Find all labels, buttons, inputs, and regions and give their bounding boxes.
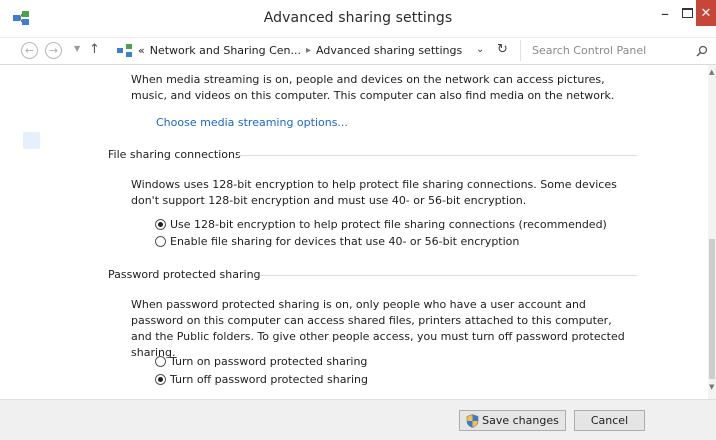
section-divider [237,155,637,156]
file-sharing-description: Windows uses 128-bit encryption to help … [131,178,617,207]
media-streaming-description: When media streaming is on, people and d… [131,73,615,102]
back-arrow-icon: ← [24,44,35,57]
address-field[interactable]: « Network and Sharing Cen... ▸ Advanced … [110,40,519,61]
cancel-button[interactable]: Cancel [574,410,645,431]
cancel-label[interactable]: Cancel [591,414,628,427]
radio-button[interactable] [155,356,166,367]
address-bar: ← → ▼ ↑ « Network and Sharing Cen... ▸ A… [0,38,716,65]
uac-shield-icon [466,413,479,428]
breadcrumb-network-sharing[interactable]: Network and Sharing Cen... [150,44,301,57]
radio-selected-dot [158,222,163,227]
scroll-down-icon[interactable]: ▼ [709,383,714,391]
breadcrumb-advanced-sharing[interactable]: Advanced sharing settings [316,44,462,57]
network-icon [117,43,132,57]
section-divider [260,275,637,276]
radio-40-56-bit-encryption[interactable]: Enable file sharing for devices that use… [155,235,519,248]
radio-label[interactable]: Use 128-bit encryption to help protect f… [170,218,607,231]
password-sharing-description: When password protected sharing is on, o… [131,298,625,359]
recent-locations-dropdown[interactable]: ▼ [74,44,80,53]
maximize-button[interactable] [676,0,698,26]
save-changes-button[interactable]: Save changes [459,410,566,431]
media-streaming-link[interactable]: Choose media streaming options... [156,116,348,129]
up-arrow-icon: ↑ [89,42,100,57]
radio-button[interactable] [155,236,166,247]
radio-turn-off-password-sharing[interactable]: Turn off password protected sharing [155,373,368,386]
radio-128-bit-encryption[interactable]: Use 128-bit encryption to help protect f… [155,218,607,231]
search-input[interactable]: Search Control Panel [520,40,716,61]
radio-turn-on-password-sharing[interactable]: Turn on password protected sharing [155,355,367,368]
search-icon[interactable] [696,45,708,57]
radio-label[interactable]: Turn on password protected sharing [170,355,367,368]
radio-button[interactable] [155,219,166,230]
radio-selected-dot [158,377,163,382]
maximize-icon [681,8,693,18]
path-prefix[interactable]: « [138,44,145,57]
radio-label[interactable]: Enable file sharing for devices that use… [170,235,519,248]
vertical-scrollbar[interactable]: ▲ ▼ [708,65,716,399]
help-icon [23,132,40,149]
scroll-up-icon[interactable]: ▲ [709,68,714,76]
title-bar: Advanced sharing settings – ✕ [0,0,716,38]
footer-bar: Save changes Cancel [0,399,716,440]
password-sharing-section-title: Password protected sharing [108,268,261,281]
forward-button[interactable]: → [45,42,62,59]
address-dropdown-icon[interactable]: ⌄ [476,44,484,55]
window-title: Advanced sharing settings [263,10,453,26]
breadcrumb-separator[interactable]: ▸ [306,45,311,56]
up-button[interactable]: ↑ [89,42,100,57]
file-sharing-section-title: File sharing connections [108,148,241,161]
refresh-icon[interactable]: ↻ [497,42,508,57]
close-button[interactable]: ✕ [696,0,716,26]
radio-label[interactable]: Turn off password protected sharing [170,373,368,386]
scrollbar-thumb[interactable] [709,239,715,379]
radio-button[interactable] [155,374,166,385]
settings-content: When media streaming is on, people and d… [0,65,708,399]
back-button[interactable]: ← [21,42,38,59]
search-placeholder: Search Control Panel [532,44,647,57]
forward-arrow-icon: → [48,44,59,57]
save-changes-label[interactable]: Save changes [482,414,559,427]
minimize-button[interactable]: – [652,0,678,26]
